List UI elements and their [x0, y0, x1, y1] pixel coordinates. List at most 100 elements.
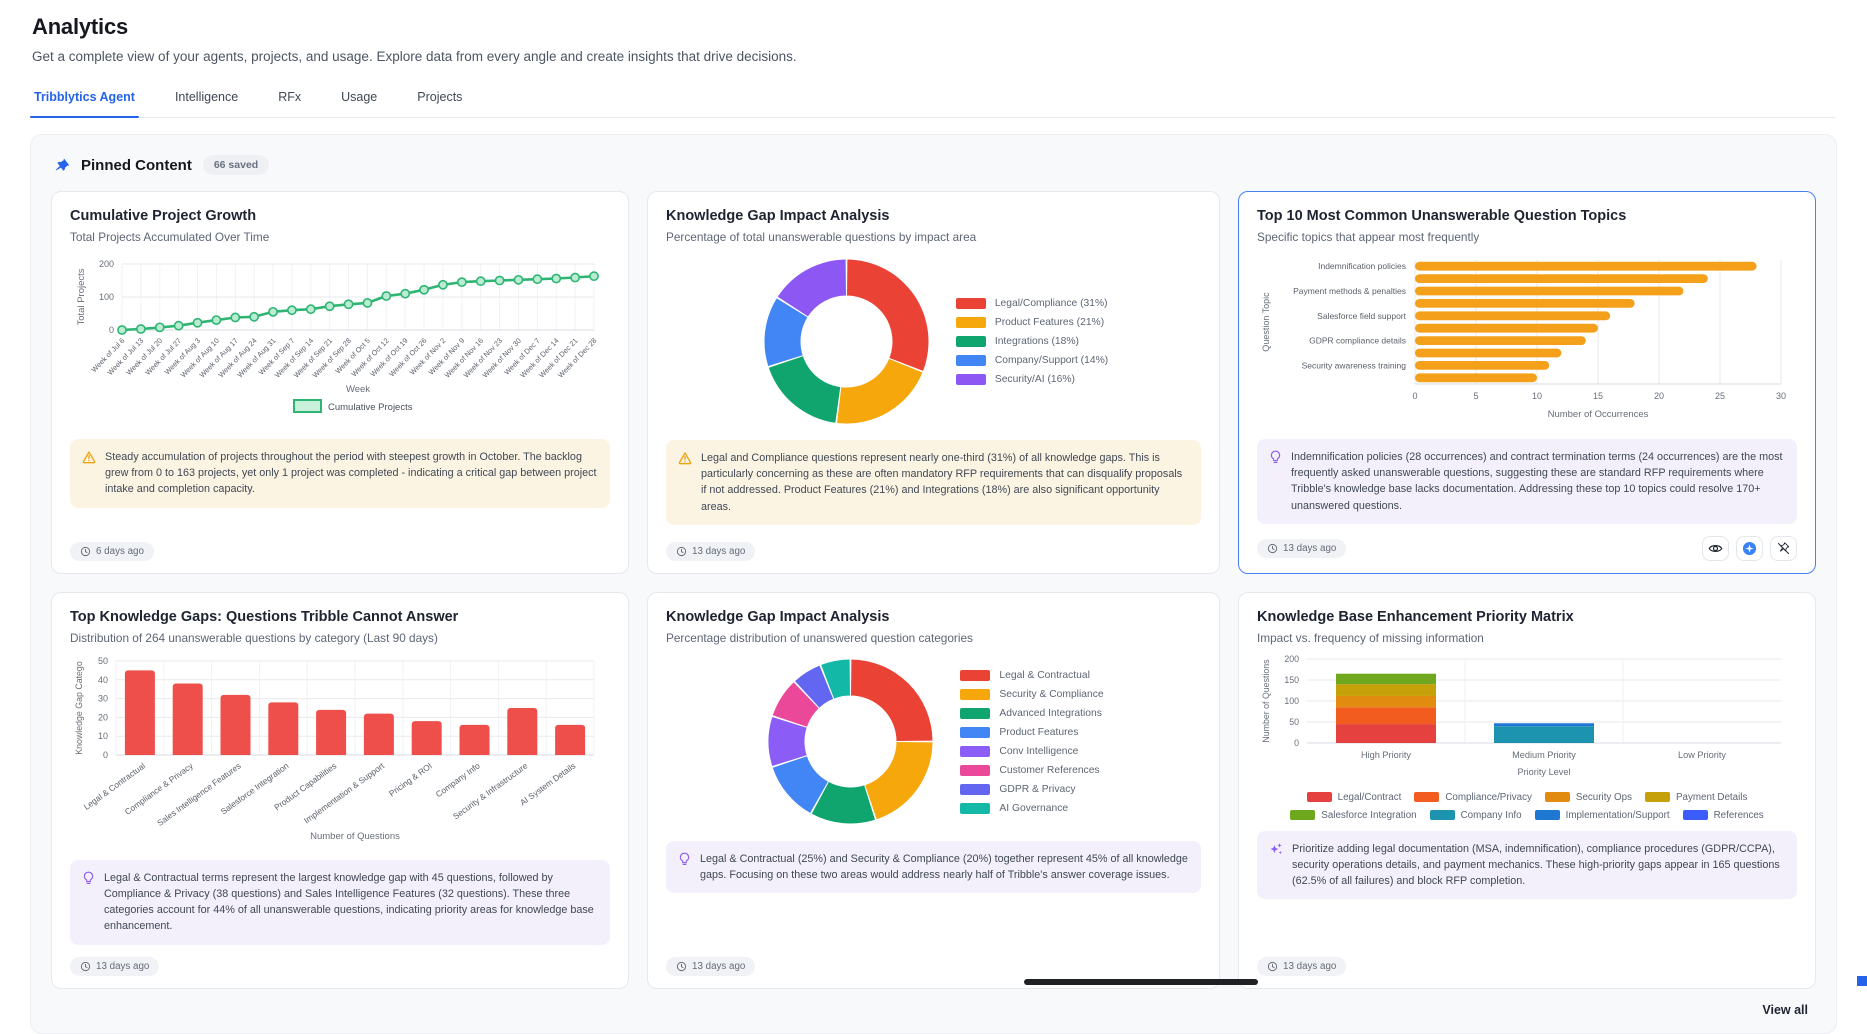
legend-item: Security Ops — [1545, 792, 1632, 803]
legend-item: Legal/Contract — [1307, 792, 1402, 803]
card-subtitle: Percentage distribution of unanswered qu… — [666, 631, 1201, 645]
clock-icon — [80, 961, 91, 972]
annotation-text: Prioritize adding legal documentation (M… — [1292, 841, 1785, 890]
card-knowledge-gap-impact-analysis-2[interactable]: Knowledge Gap Impact Analysis Percentage… — [647, 592, 1220, 989]
svg-text:Sales Intelligence Features: Sales Intelligence Features — [155, 760, 243, 827]
card-subtitle: Specific topics that appear most frequen… — [1257, 230, 1797, 244]
card-footer: 6 days ago — [70, 530, 610, 561]
legend-item: Customer References — [960, 765, 1103, 776]
card-title: Knowledge Gap Impact Analysis — [666, 208, 1201, 224]
svg-text:0: 0 — [1412, 391, 1417, 401]
eye-icon — [1708, 542, 1723, 555]
svg-text:Company Info: Company Info — [434, 760, 482, 799]
page-subtitle: Get a complete view of your agents, proj… — [32, 49, 1835, 64]
tab-projects[interactable]: Projects — [415, 88, 464, 117]
tab-tribblytics-agent[interactable]: Tribblytics Agent — [32, 88, 137, 117]
svg-text:Indemnification policies: Indemnification policies — [1318, 261, 1406, 271]
legend-item: Security/AI (16%) — [956, 374, 1108, 385]
timestamp-pill: 13 days ago — [70, 957, 159, 976]
svg-text:100: 100 — [1284, 696, 1299, 706]
unpin-button[interactable] — [1770, 536, 1797, 561]
svg-text:200: 200 — [1284, 654, 1299, 664]
svg-text:0: 0 — [109, 325, 114, 335]
view-button[interactable] — [1702, 536, 1729, 561]
annotation-warning: Steady accumulation of projects througho… — [70, 439, 610, 508]
card-title: Knowledge Gap Impact Analysis — [666, 609, 1201, 625]
legend-item: Integrations (18%) — [956, 336, 1108, 347]
legend-item: References — [1683, 810, 1764, 821]
card-knowledge-gap-impact-analysis-1[interactable]: Knowledge Gap Impact Analysis Percentage… — [647, 191, 1220, 574]
card-subtitle: Impact vs. frequency of missing informat… — [1257, 631, 1797, 645]
horizontal-bar-chart: 051015202530Indemnification policiesPaym… — [1257, 252, 1797, 429]
pinned-content-title: Pinned Content — [81, 157, 192, 174]
annotation-text: Indemnification policies (28 occurrences… — [1291, 449, 1785, 514]
blue-sparkle-circle-icon — [1742, 541, 1757, 556]
view-all-row: View all — [51, 989, 1816, 1021]
svg-text:High Priority: High Priority — [1361, 750, 1411, 760]
tab-bar: Tribblytics Agent Intelligence RFx Usage… — [32, 88, 1835, 118]
svg-text:Priority Level: Priority Level — [1517, 767, 1570, 777]
card-footer: 13 days ago — [666, 530, 1201, 561]
annotation-text: Legal & Contractual terms represent the … — [104, 870, 598, 935]
timestamp-pill: 6 days ago — [70, 542, 154, 561]
legend-item: Implementation/Support — [1535, 810, 1670, 821]
annotation-text: Legal & Contractual (25%) and Security &… — [700, 851, 1189, 883]
ai-theme-button[interactable] — [1736, 536, 1763, 561]
page-header: Analytics Get a complete view of your ag… — [0, 0, 1867, 118]
legend-item: Salesforce Integration — [1290, 810, 1416, 821]
svg-text:Security awareness training: Security awareness training — [1302, 360, 1407, 370]
sparkles-icon — [1269, 842, 1283, 890]
bar-chart: 01020304050Legal & ContractualCompliance… — [70, 653, 610, 850]
card-top-knowledge-gaps[interactable]: Top Knowledge Gaps: Questions Tribble Ca… — [51, 592, 629, 989]
clock-icon — [676, 546, 687, 557]
card-kb-enhancement-priority-matrix[interactable]: Knowledge Base Enhancement Priority Matr… — [1238, 592, 1816, 989]
annotation-text: Steady accumulation of projects througho… — [105, 449, 598, 498]
stacked-bar-chart: 050100150200High PriorityMedium Priority… — [1257, 653, 1797, 821]
donut-legend: Legal/Compliance (31%)Product Features (… — [956, 298, 1108, 385]
svg-text:200: 200 — [99, 259, 114, 269]
svg-text:0: 0 — [1294, 738, 1299, 748]
svg-text:Number of Occurrences: Number of Occurrences — [1548, 409, 1649, 420]
legend-item: Conv Intelligence — [960, 746, 1103, 757]
card-cumulative-project-growth[interactable]: Cumulative Project Growth Total Projects… — [51, 191, 629, 574]
svg-text:10: 10 — [98, 731, 108, 741]
pinned-cards-grid: Cumulative Project Growth Total Projects… — [51, 191, 1816, 989]
annotation-ai: Prioritize adding legal documentation (M… — [1257, 831, 1797, 900]
svg-text:GDPR compliance details: GDPR compliance details — [1309, 336, 1406, 346]
svg-text:Question Topic: Question Topic — [1261, 292, 1271, 352]
card-subtitle: Percentage of total unanswerable questio… — [666, 230, 1201, 244]
svg-text:Pricing & ROI: Pricing & ROI — [387, 760, 434, 798]
svg-text:Week: Week — [346, 384, 370, 395]
browser-corner-artifact — [1857, 976, 1867, 986]
svg-text:Cumulative Projects: Cumulative Projects — [328, 402, 413, 413]
annotation-text: Legal and Compliance questions represent… — [701, 450, 1189, 515]
card-footer: 13 days ago — [70, 945, 610, 976]
tab-rfx[interactable]: RFx — [276, 88, 303, 117]
tab-usage[interactable]: Usage — [339, 88, 379, 117]
svg-text:15: 15 — [1593, 391, 1603, 401]
view-all-link[interactable]: View all — [1762, 1003, 1808, 1017]
card-top-10-unanswerable-topics[interactable]: Top 10 Most Common Unanswerable Question… — [1238, 191, 1816, 574]
card-footer: 13 days ago — [666, 945, 1201, 976]
svg-text:Knowledge Gap Catego: Knowledge Gap Catego — [74, 661, 84, 755]
tab-intelligence[interactable]: Intelligence — [173, 88, 240, 117]
svg-text:Medium Priority: Medium Priority — [1512, 750, 1576, 760]
horizontal-scrollbar-thumb[interactable] — [1024, 979, 1258, 985]
stacked-legend: Legal/ContractCompliance/PrivacySecurity… — [1275, 792, 1780, 821]
donut-chart: Legal & ContractualSecurity & Compliance… — [666, 653, 1201, 831]
clock-icon — [80, 546, 91, 557]
card-actions — [1702, 536, 1797, 561]
annotation-insight: Legal & Contractual (25%) and Security &… — [666, 841, 1201, 893]
legend-item: GDPR & Privacy — [960, 784, 1103, 795]
legend-item: Product Features — [960, 727, 1103, 738]
svg-text:Payment methods & penalties: Payment methods & penalties — [1293, 286, 1406, 296]
card-subtitle: Total Projects Accumulated Over Time — [70, 230, 610, 244]
pushpin-slash-icon — [1776, 541, 1791, 556]
legend-item: Advanced Integrations — [960, 708, 1103, 719]
svg-text:20: 20 — [1654, 391, 1664, 401]
legend-item: Security & Compliance — [960, 689, 1103, 700]
svg-text:50: 50 — [1289, 717, 1299, 727]
legend-item: Legal/Compliance (31%) — [956, 298, 1108, 309]
svg-text:5: 5 — [1473, 391, 1478, 401]
legend-item: AI Governance — [960, 803, 1103, 814]
